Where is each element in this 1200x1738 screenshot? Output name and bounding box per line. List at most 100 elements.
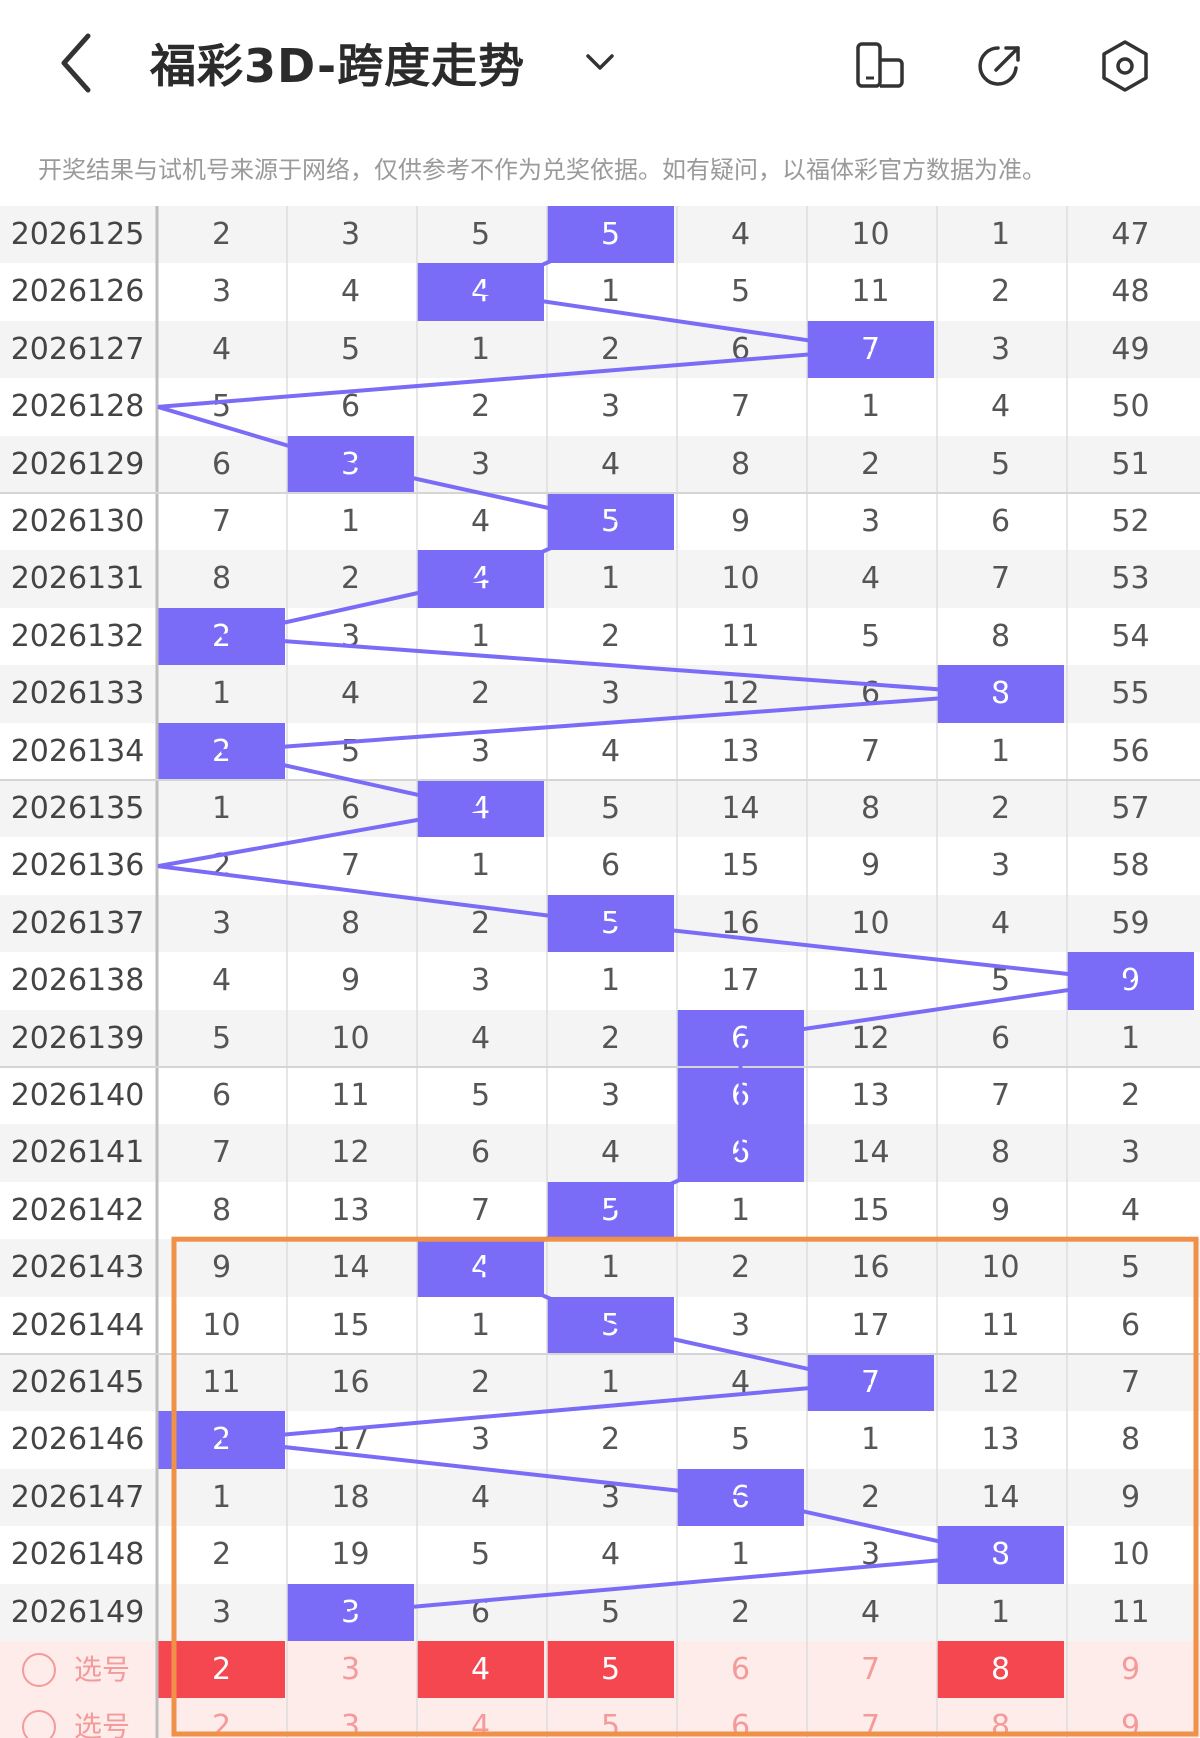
omission-cell: 1 <box>600 1250 621 1286</box>
omission-cell: 17 <box>331 1422 370 1458</box>
omission-cell: 55 <box>1111 676 1150 712</box>
omission-cell: 8 <box>990 618 1011 654</box>
span-hit-cell: 2 <box>158 1411 285 1469</box>
issue-number: 2026126 <box>10 274 145 310</box>
omission-cell: 2 <box>990 791 1011 826</box>
omission-cell: 7 <box>340 848 361 884</box>
app-header: 福彩3D-跨度走势 <box>0 0 1200 125</box>
select-number-7[interactable]: 7 <box>807 1698 934 1738</box>
settings-icon[interactable] <box>1097 38 1153 94</box>
page-title[interactable]: 福彩3D-跨度走势 <box>150 30 525 96</box>
omission-cell: 5 <box>600 791 621 826</box>
issue-number: 2026128 <box>10 389 145 425</box>
omission-cell: 5 <box>470 1537 491 1573</box>
omission-cell: 11 <box>851 963 890 999</box>
span-hit-cell: 6 <box>677 1124 804 1182</box>
select-number-5[interactable]: 5 <box>547 1641 674 1699</box>
omission-cell: 2 <box>211 1537 232 1573</box>
omission-cell: 5 <box>470 1078 491 1113</box>
omission-cell: 12 <box>331 1135 370 1171</box>
omission-cell: 12 <box>851 1020 890 1056</box>
omission-cell: 4 <box>470 1479 491 1515</box>
select-number-7[interactable]: 7 <box>807 1641 934 1698</box>
omission-cell: 6 <box>1120 1307 1141 1343</box>
omission-cell: 9 <box>860 848 881 884</box>
select-number-5[interactable]: 5 <box>547 1698 674 1738</box>
omission-cell: 14 <box>981 1479 1020 1515</box>
omission-cell: 10 <box>202 1307 241 1343</box>
omission-cell: 4 <box>340 676 361 712</box>
span-hit-cell: 2 <box>158 607 285 666</box>
omission-cell: 1 <box>990 733 1011 769</box>
table-row: 2026135 1 6 4 5 14 8 2 57 <box>0 780 1200 838</box>
omission-cell: 15 <box>721 848 760 884</box>
omission-cell: 56 <box>1111 733 1150 769</box>
omission-cell: 5 <box>860 618 881 654</box>
select-number-8[interactable]: 8 <box>937 1641 1064 1699</box>
omission-cell: 11 <box>202 1365 241 1400</box>
back-arrow-icon[interactable] <box>48 28 108 98</box>
omission-cell: 3 <box>600 1479 621 1515</box>
omission-cell: 1 <box>211 1479 232 1515</box>
select-number-6[interactable]: 6 <box>677 1698 804 1738</box>
omission-cell: 10 <box>851 217 890 252</box>
radio-icon[interactable] <box>22 1653 56 1687</box>
table-row: 2026139 5 10 4 2 6 12 6 1 <box>0 1009 1200 1067</box>
span-hit-cell: 7 <box>807 1354 934 1412</box>
issue-number: 2026149 <box>10 1594 145 1630</box>
select-number-2[interactable]: 2 <box>158 1641 285 1699</box>
omission-cell: 5 <box>211 1020 232 1056</box>
omission-cell: 6 <box>860 676 881 712</box>
trend-table: 2026125 2 3 5 5 4 10 1 47 2026126 3 4 4 1 5 11 2 48 202612… <box>0 206 1200 1738</box>
omission-cell: 7 <box>990 561 1011 597</box>
table-row: 2026136 2 7 1 6 15 9 3 58 <box>0 837 1200 894</box>
table-row: 2026133 1 4 2 3 12 6 8 55 <box>0 665 1200 723</box>
select-number-3[interactable]: 3 <box>287 1641 414 1698</box>
select-number-8[interactable]: 8 <box>937 1698 1064 1738</box>
span-hit-cell: 6 <box>677 1067 804 1125</box>
omission-cell: 1 <box>470 618 491 654</box>
omission-cell: 1 <box>211 676 232 712</box>
span-hit-cell: 6 <box>677 1468 804 1527</box>
select-number-4[interactable]: 4 <box>417 1641 544 1699</box>
select-label: 选号 <box>74 1653 131 1686</box>
issue-number: 2026131 <box>10 561 145 597</box>
select-number-3[interactable]: 3 <box>287 1698 414 1738</box>
select-number-6[interactable]: 6 <box>677 1641 804 1698</box>
omission-cell: 1 <box>730 1537 751 1573</box>
issue-number: 2026125 <box>10 217 145 252</box>
omission-cell: 7 <box>860 733 881 769</box>
select-number-9[interactable]: 9 <box>1067 1641 1194 1698</box>
omission-cell: 5 <box>340 733 361 769</box>
chevron-down-icon[interactable] <box>580 42 620 82</box>
omission-cell: 5 <box>990 446 1011 482</box>
omission-cell: 3 <box>470 963 491 999</box>
omission-cell: 4 <box>600 1135 621 1171</box>
omission-cell: 11 <box>721 618 760 654</box>
share-icon[interactable] <box>972 38 1028 94</box>
table-row: 2026146 2 17 3 2 5 1 13 8 <box>0 1411 1200 1469</box>
span-hit-cell: 2 <box>158 722 285 780</box>
omission-cell: 4 <box>600 733 621 769</box>
omission-cell: 6 <box>600 848 621 884</box>
select-number-4[interactable]: 4 <box>417 1698 544 1738</box>
select-number-9[interactable]: 9 <box>1067 1698 1194 1738</box>
omission-cell: 6 <box>470 1135 491 1171</box>
table-row: 2026130 7 1 4 5 9 3 6 52 <box>0 493 1200 551</box>
omission-cell: 6 <box>211 1078 232 1113</box>
span-hit-cell: 8 <box>937 665 1064 723</box>
radio-icon[interactable] <box>22 1710 56 1738</box>
issue-number: 2026135 <box>10 791 145 826</box>
omission-cell: 4 <box>860 1594 881 1630</box>
omission-cell: 1 <box>600 561 621 597</box>
omission-cell: 8 <box>211 1192 232 1228</box>
omission-cell: 9 <box>211 1250 232 1286</box>
select-number-2[interactable]: 2 <box>158 1698 285 1738</box>
table-row: 2026148 2 19 5 4 1 3 8 10 <box>0 1526 1200 1584</box>
omission-cell: 3 <box>340 618 361 654</box>
select-row: 选号 2 3 4 5 6 7 8 9 <box>0 1698 1200 1738</box>
span-hit-cell: 5 <box>547 894 674 953</box>
omission-cell: 2 <box>860 1479 881 1515</box>
layout-toggle-icon[interactable] <box>852 38 908 94</box>
issue-number: 2026136 <box>10 848 145 884</box>
